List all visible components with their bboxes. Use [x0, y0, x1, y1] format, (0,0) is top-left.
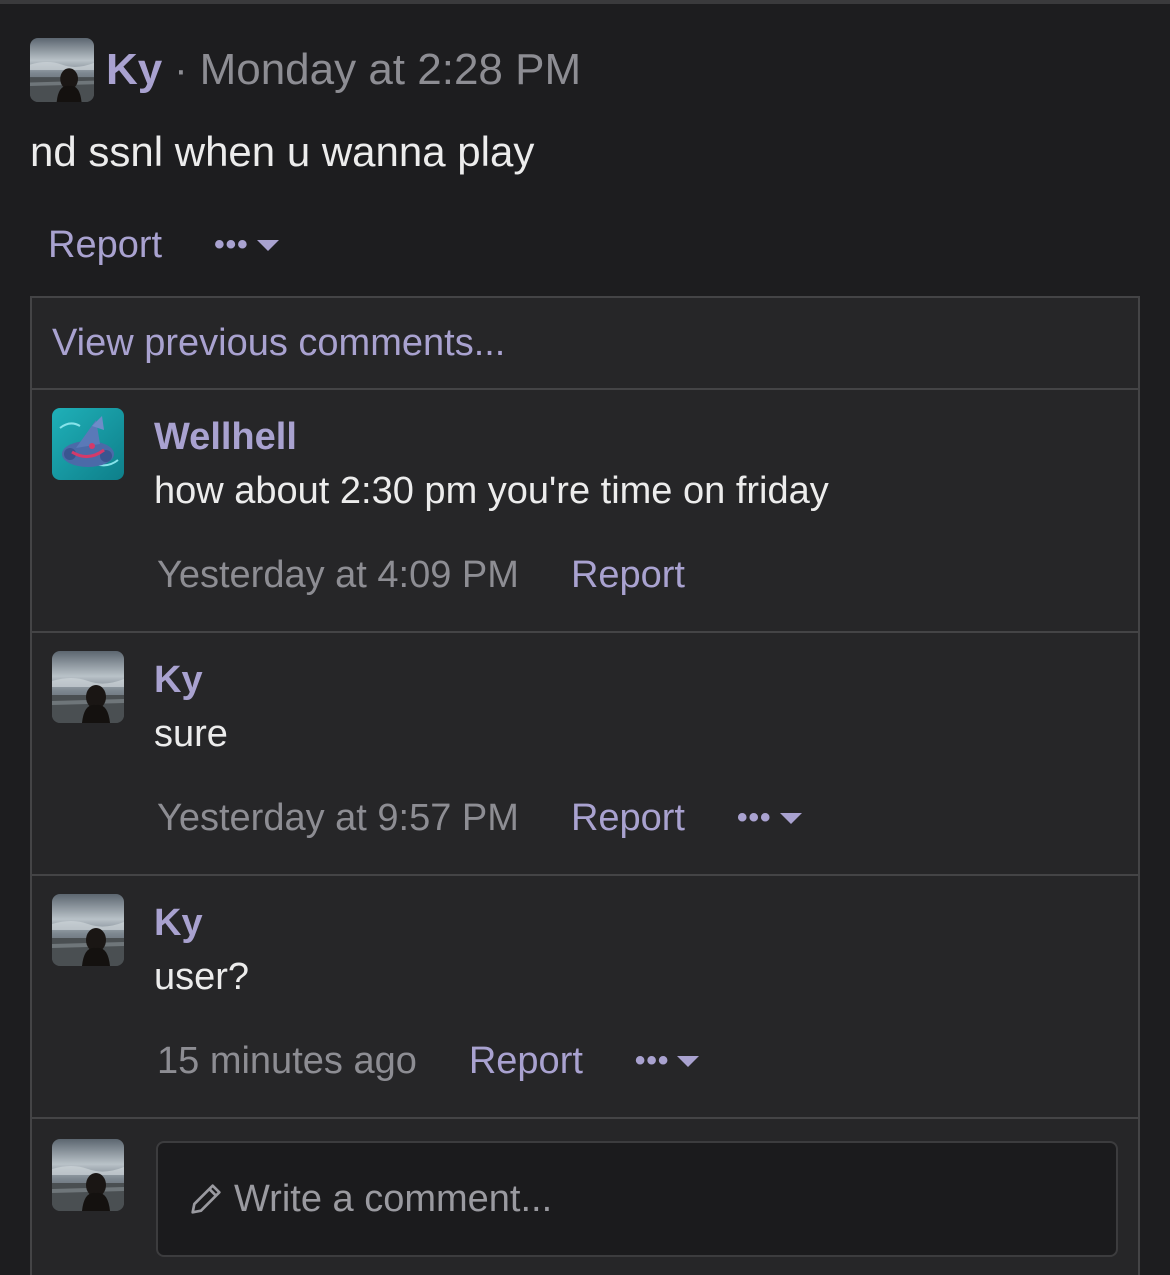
comment-meta: Yesterday at 4:09 PM Report	[157, 550, 685, 600]
post-report-link[interactable]: Report	[48, 224, 162, 267]
comment-item: Ky user? 15 minutes ago Report •••	[32, 876, 1138, 1119]
comment-report-link[interactable]: Report	[571, 797, 685, 840]
more-dots-icon: •••	[214, 228, 249, 261]
post-body: nd ssnl when u wanna play	[30, 128, 535, 175]
current-user-avatar	[52, 1139, 124, 1211]
comment-text: sure	[154, 713, 228, 755]
comment-timestamp[interactable]: Yesterday at 4:09 PM	[157, 554, 519, 597]
comment-report-link[interactable]: Report	[469, 1040, 583, 1083]
post-meta-separator: ·	[174, 47, 188, 92]
comment-meta: 15 minutes ago Report •••	[157, 1036, 700, 1086]
comment-input[interactable]: Write a comment...	[156, 1141, 1118, 1257]
chevron-down-icon	[779, 812, 802, 824]
chevron-down-icon	[256, 239, 279, 251]
chevron-down-icon	[677, 1055, 700, 1067]
post-author-avatar[interactable]	[30, 38, 94, 102]
comment-author-name[interactable]: Ky	[154, 659, 203, 702]
comment-input-placeholder: Write a comment...	[234, 1177, 553, 1220]
post-actions: Report •••	[48, 218, 279, 272]
pencil-icon	[191, 1184, 221, 1214]
post-header: Ky · Monday at 2:28 PM	[30, 38, 581, 102]
comment-author-avatar[interactable]	[52, 408, 124, 480]
comment-more-menu[interactable]: •••	[737, 801, 802, 835]
post-more-menu[interactable]: •••	[214, 228, 279, 262]
view-previous-comments-link[interactable]: View previous comments...	[32, 298, 1138, 390]
comment-timestamp[interactable]: 15 minutes ago	[157, 1040, 417, 1083]
post-page: Ky · Monday at 2:28 PM nd ssnl when u wa…	[0, 0, 1170, 1275]
post-author-name[interactable]: Ky	[106, 45, 162, 95]
comment-meta: Yesterday at 9:57 PM Report •••	[157, 793, 802, 843]
comment-author-avatar[interactable]	[52, 894, 124, 966]
comments-panel: View previous comments... Wellhell how a…	[30, 296, 1140, 1275]
comment-text: how about 2:30 pm you're time on friday	[154, 470, 829, 512]
comment-timestamp[interactable]: Yesterday at 9:57 PM	[157, 797, 519, 840]
comment-text: user?	[154, 956, 250, 998]
comment-author-name[interactable]: Ky	[154, 902, 203, 945]
more-dots-icon: •••	[737, 801, 772, 834]
comment-item: Ky sure Yesterday at 9:57 PM Report •••	[32, 633, 1138, 876]
comment-compose: Write a comment...	[32, 1119, 1138, 1275]
more-dots-icon: •••	[634, 1044, 670, 1077]
comment-report-link[interactable]: Report	[571, 554, 685, 597]
comment-author-name[interactable]: Wellhell	[154, 416, 297, 459]
post-timestamp[interactable]: Monday at 2:28 PM	[200, 45, 582, 95]
comment-more-menu[interactable]: •••	[635, 1044, 700, 1078]
comment-author-avatar[interactable]	[52, 651, 124, 723]
comment-item: Wellhell how about 2:30 pm you're time o…	[32, 390, 1138, 633]
